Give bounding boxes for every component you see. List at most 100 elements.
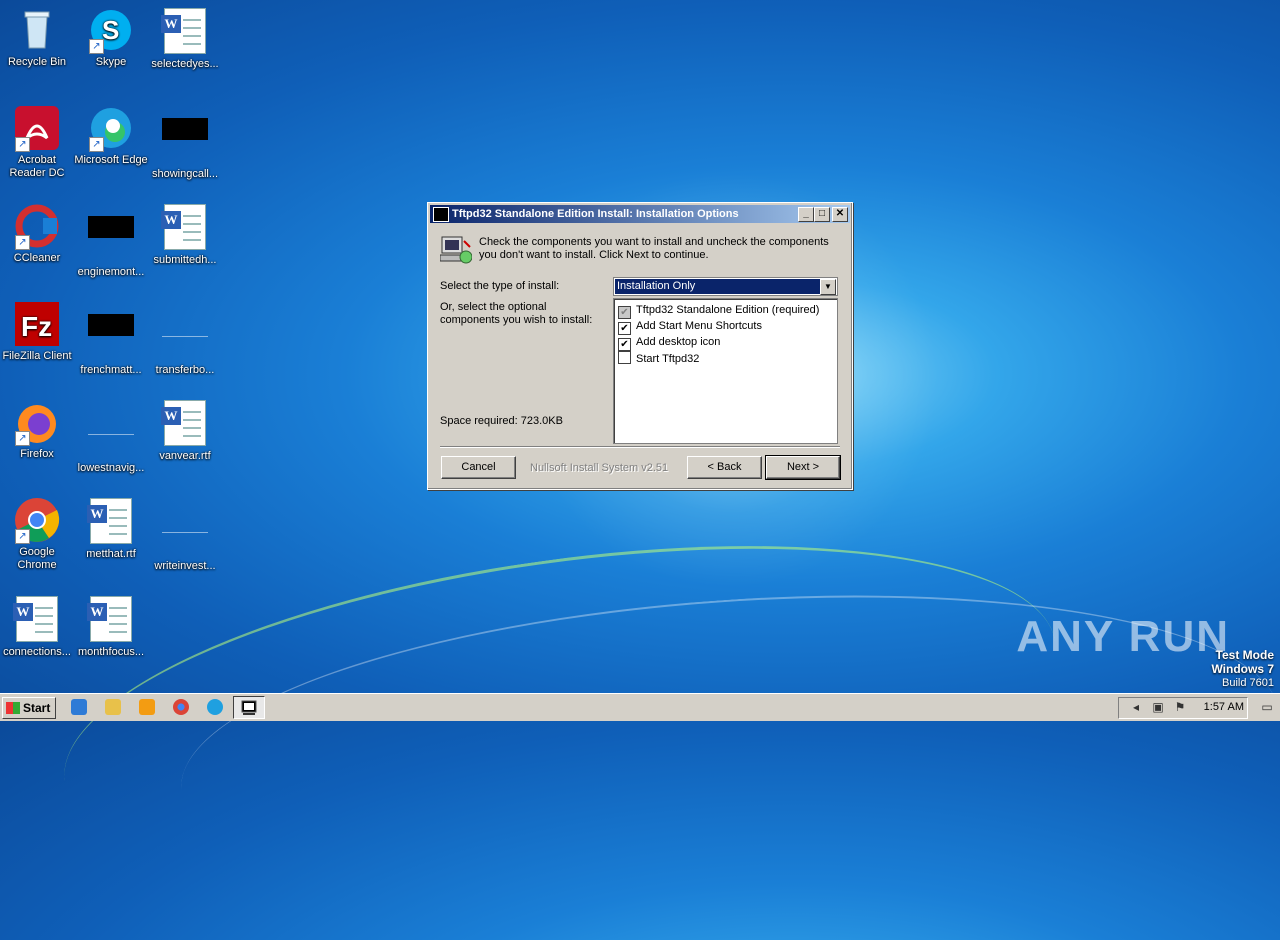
test-mode-notice: Test Mode Windows 7 Build 7601: [1211, 648, 1274, 690]
windows-flag-icon: [6, 702, 20, 714]
desktop-icon-submittedh[interactable]: W submittedh...: [148, 202, 222, 267]
word-document-icon: W: [161, 204, 209, 252]
desktop-icon-writeinvest[interactable]: writeinvest...: [148, 496, 222, 573]
word-document-icon: W: [87, 498, 135, 546]
file-thumbnail-icon: [161, 510, 209, 558]
start-button[interactable]: Start: [2, 697, 56, 719]
desktop-icon-label: CCleaner: [13, 252, 61, 264]
component-item-desktop-icon[interactable]: ✔ Add desktop icon: [618, 335, 721, 351]
desktop-icon-connections[interactable]: W connections...: [0, 594, 74, 659]
checkbox-checked[interactable]: ✔: [618, 322, 631, 335]
desktop-icon-edge[interactable]: ↗ Microsoft Edge: [74, 104, 148, 167]
desktop-icon-transferbo[interactable]: transferbo...: [148, 300, 222, 377]
taskbar-installer-button[interactable]: [233, 696, 265, 719]
install-type-select[interactable]: Installation Only ▼: [613, 277, 838, 296]
desktop-icon-firefox[interactable]: ↗ Firefox: [0, 398, 74, 461]
installer-app-icon: [433, 207, 449, 222]
filezilla-icon: Fz: [13, 300, 61, 348]
minimize-icon[interactable]: _: [798, 207, 814, 222]
desktop-icon-metthat[interactable]: W metthat.rtf: [74, 496, 148, 561]
checkbox-unchecked[interactable]: [618, 351, 631, 364]
checkbox-checked[interactable]: ✔: [618, 338, 631, 351]
shortcut-arrow-icon: ↗: [15, 431, 30, 446]
desktop-icon-label: vanvear.rtf: [159, 450, 211, 462]
desktop-icon-vanvear[interactable]: W vanvear.rtf: [148, 398, 222, 463]
dropdown-arrow-icon[interactable]: ▼: [820, 279, 836, 295]
desktop-icon-recycle-bin[interactable]: Recycle Bin: [0, 6, 74, 69]
word-document-icon: W: [87, 596, 135, 644]
build-label: Build 7601: [1222, 677, 1274, 689]
shortcut-arrow-icon: ↗: [89, 39, 104, 54]
desktop-icon-label: FileZilla Client: [2, 350, 72, 362]
dialog-instructions: Check the components you want to install…: [479, 236, 829, 261]
desktop-icon-label: Google Chrome: [17, 546, 57, 571]
component-label: Add desktop icon: [636, 336, 721, 348]
desktop-icon-chrome[interactable]: ↗ Google Chrome: [0, 496, 74, 572]
components-list[interactable]: ✔ Tftpd32 Standalone Edition (required) ✔…: [613, 298, 838, 444]
cancel-button[interactable]: Cancel: [441, 456, 516, 479]
desktop-icon-label: submittedh...: [153, 254, 217, 266]
desktop-icon-frenchmatt[interactable]: frenchmatt...: [74, 300, 148, 377]
desktop-icon-label: selectedyes...: [151, 58, 219, 70]
start-label: Start: [23, 701, 51, 715]
desktop-icon-selectedyes[interactable]: W selectedyes...: [148, 6, 222, 71]
dialog-titlebar[interactable]: Tftpd32 Standalone Edition Install: Inst…: [430, 205, 850, 223]
component-item-start-tftpd32[interactable]: Start Tftpd32: [618, 351, 699, 365]
shortcut-arrow-icon: ↗: [89, 137, 104, 152]
desktop-icon-label: Acrobat Reader DC: [9, 154, 65, 179]
word-document-icon: W: [161, 8, 209, 56]
chrome-icon: ↗: [13, 496, 61, 544]
next-button[interactable]: Next >: [765, 455, 841, 480]
nsis-branding: Nullsoft Install System v2.51: [530, 462, 669, 474]
volume-icon[interactable]: ◂: [1129, 700, 1143, 714]
svg-text:S: S: [102, 15, 119, 45]
maximize-icon[interactable]: □: [814, 207, 830, 222]
chrome-icon[interactable]: [173, 699, 189, 715]
show-desktop-icon[interactable]: ▭: [1260, 700, 1274, 714]
word-document-icon: W: [161, 400, 209, 448]
close-icon[interactable]: ✕: [832, 207, 848, 222]
clock[interactable]: 1:57 AM: [1204, 697, 1244, 717]
desktop-icon-lowestnavig[interactable]: lowestnavig...: [74, 398, 148, 475]
media-player-icon[interactable]: [139, 699, 155, 715]
computer-install-icon: [439, 233, 473, 265]
word-document-icon: W: [13, 596, 61, 644]
acrobat-icon: ↗: [13, 104, 61, 152]
component-label: Add Start Menu Shortcuts: [636, 320, 762, 332]
optional-components-label: Or, select the optional components you w…: [440, 301, 593, 326]
dialog-divider: [440, 446, 840, 448]
desktop-icon-ccleaner[interactable]: ↗ CCleaner: [0, 202, 74, 265]
skype-icon: S ↗: [87, 6, 135, 54]
space-required: Space required: 723.0KB: [440, 415, 563, 427]
file-thumbnail-icon: [87, 314, 135, 362]
desktop-icon-label: transferbo...: [155, 364, 215, 376]
desktop-icon-skype[interactable]: S ↗ Skype: [74, 6, 148, 69]
component-label: Start Tftpd32: [636, 353, 700, 365]
desktop-icon-label: frenchmatt...: [80, 364, 142, 376]
taskbar: Start ◂ ▣ ⚑ 1:57 AM ▭: [0, 693, 1280, 721]
firefox-icon: ↗: [13, 398, 61, 446]
desktop-icon-label: monthfocus...: [77, 646, 145, 658]
desktop-icon-filezilla[interactable]: Fz FileZilla Client: [0, 300, 74, 363]
component-label: Tftpd32 Standalone Edition (required): [636, 304, 820, 316]
os-label: Windows 7: [1211, 662, 1274, 676]
internet-explorer-icon[interactable]: [71, 699, 87, 715]
desktop-icon-acrobat[interactable]: ↗ Acrobat Reader DC: [0, 104, 74, 180]
file-thumbnail-icon: [161, 314, 209, 362]
back-button[interactable]: < Back: [687, 456, 762, 479]
component-item-start-menu[interactable]: ✔ Add Start Menu Shortcuts: [618, 319, 762, 335]
network-icon[interactable]: ▣: [1151, 700, 1165, 714]
desktop-icon-label: showingcall...: [151, 168, 219, 180]
checkbox-checked-disabled: ✔: [618, 306, 631, 319]
install-type-value: Installation Only: [615, 279, 820, 294]
desktop-icon-showingcall[interactable]: showingcall...: [148, 104, 222, 181]
desktop-icon-label: lowestnavig...: [77, 462, 145, 474]
edge-icon[interactable]: [207, 699, 223, 715]
desktop-icon-monthfocus[interactable]: W monthfocus...: [74, 594, 148, 659]
desktop-icon-enginemont[interactable]: enginemont...: [74, 202, 148, 279]
test-mode-label: Test Mode: [1215, 648, 1274, 662]
desktop-icon-label: Microsoft Edge: [74, 154, 148, 166]
folder-icon[interactable]: [105, 699, 121, 715]
file-thumbnail-icon: [161, 118, 209, 166]
action-center-flag-icon[interactable]: ⚑: [1173, 700, 1187, 714]
